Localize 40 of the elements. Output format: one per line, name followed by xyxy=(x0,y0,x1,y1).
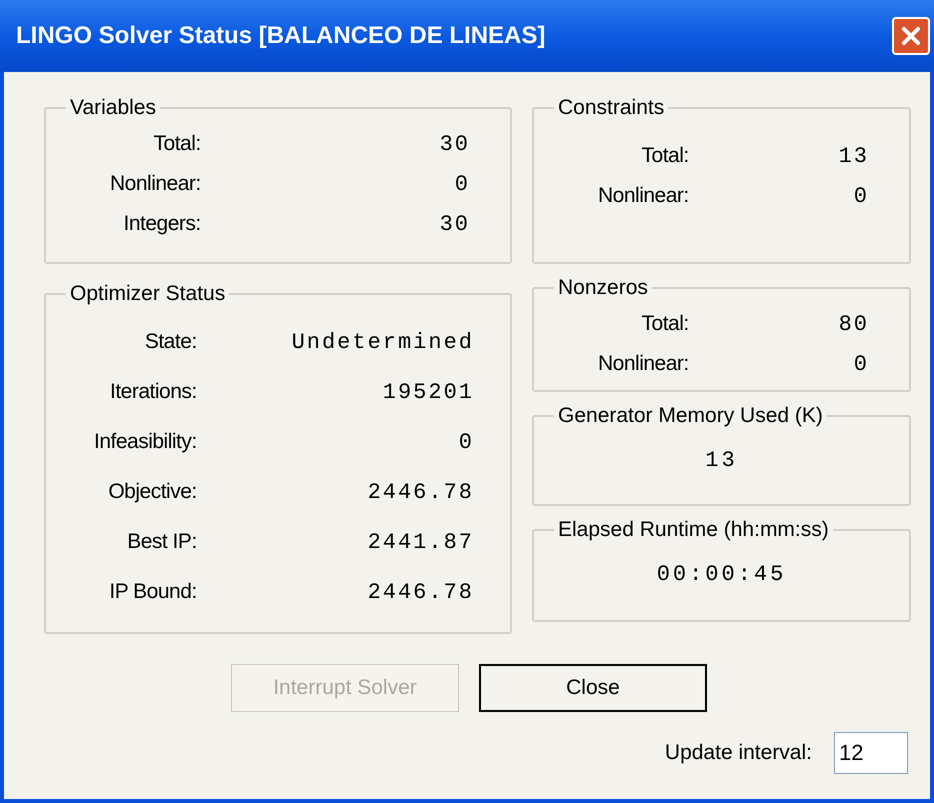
field-value: 0 xyxy=(852,182,869,210)
field-label: IP Bound: xyxy=(108,579,197,606)
field-label: Iterations: xyxy=(109,379,197,406)
input-field[interactable]: 12 xyxy=(834,732,908,774)
field-label: Nonlinear: xyxy=(598,351,689,378)
group-title: Constraints xyxy=(557,95,666,121)
group-title: Optimizer Status xyxy=(69,281,226,307)
field-label: Best IP: xyxy=(126,529,197,556)
group-title: Generator Memory Used (K) xyxy=(557,403,824,429)
field-value: 2446.78 xyxy=(366,578,474,606)
dialog-button[interactable]: Close xyxy=(479,664,707,712)
field-label: Total: xyxy=(640,311,689,338)
group-title: Nonzeros xyxy=(557,275,649,301)
field-value: 13 xyxy=(838,142,869,170)
field-value: 30 xyxy=(438,130,470,158)
field-value: 195201 xyxy=(382,378,474,406)
field-value: 0 xyxy=(454,170,470,198)
field-value: 2446.78 xyxy=(366,478,474,506)
window-title: LINGO Solver Status [BALANCEO DE LINEAS] xyxy=(16,21,546,51)
field-label: Nonlinear: xyxy=(598,183,689,210)
field-label: Infeasibility: xyxy=(94,429,197,456)
field-label: Integers: xyxy=(122,211,201,238)
close-button[interactable] xyxy=(892,17,930,55)
field-label: Total: xyxy=(640,143,689,170)
field-value: 0 xyxy=(852,350,869,378)
field-label: Nonlinear: xyxy=(110,171,201,198)
close-icon xyxy=(900,25,922,47)
field-value: 00:00:45 xyxy=(656,560,786,588)
field-label: State: xyxy=(144,329,197,356)
field-value: 80 xyxy=(838,310,869,338)
field-value: 30 xyxy=(438,210,470,238)
field-value: 13 xyxy=(705,446,738,474)
group-title: Variables xyxy=(69,95,157,121)
field-label: Update interval: xyxy=(664,740,812,766)
field-label: Total: xyxy=(152,131,201,158)
field-value: 0 xyxy=(458,428,474,456)
field-label: Objective: xyxy=(107,479,197,506)
group-title: Elapsed Runtime (hh:mm:ss) xyxy=(557,517,830,543)
field-value: 2441.87 xyxy=(366,528,474,556)
field-value: Undetermined xyxy=(290,328,474,356)
